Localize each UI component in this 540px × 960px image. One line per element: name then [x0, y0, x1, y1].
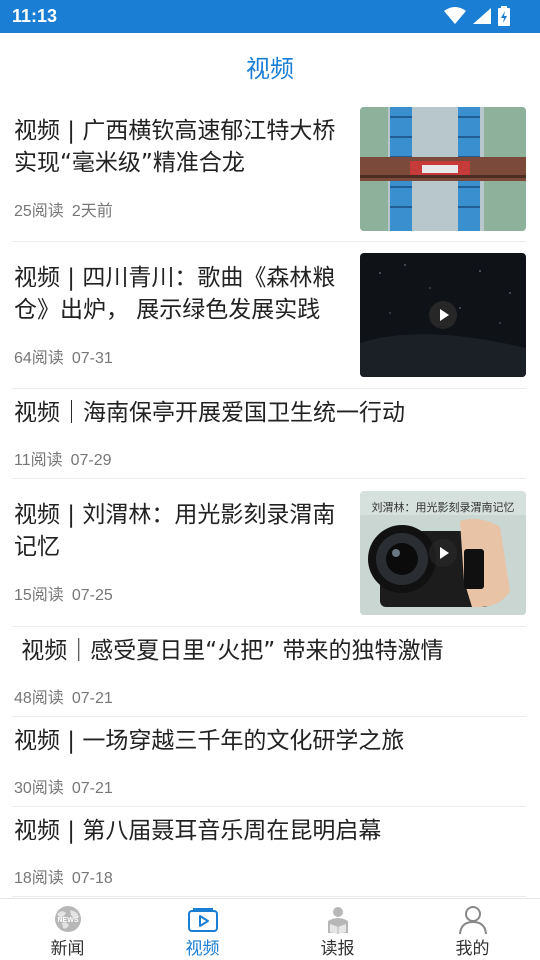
publish-date: 07-25 [71, 587, 113, 604]
read-count: 18阅读 [14, 870, 64, 887]
article-item[interactable]: 视频｜海南保亭开展爱国卫生统一行动 11阅读 07-29 [12, 389, 526, 479]
read-count: 25阅读 [14, 203, 64, 220]
article-thumbnail[interactable] [360, 107, 526, 231]
profile-icon [458, 906, 487, 935]
tab-label: 视频 [185, 939, 220, 959]
tab-reader[interactable]: 读报 [270, 899, 405, 960]
tab-profile[interactable]: 我的 [405, 899, 540, 960]
tab-video[interactable]: 视频 [135, 899, 270, 960]
signal-icon [473, 8, 491, 24]
publish-date: 07-31 [71, 350, 113, 367]
play-icon[interactable] [428, 300, 458, 330]
read-count: 48阅读 [14, 690, 64, 707]
article-item[interactable]: 视频 | 一场穿越三千年的文化研学之旅 30阅读 07-21 [12, 717, 526, 807]
publish-date: 2天前 [71, 203, 113, 220]
publish-date: 07-18 [71, 870, 113, 887]
article-meta: 25阅读 2天前 [14, 197, 113, 221]
status-icons [444, 6, 510, 26]
tab-label: 新闻 [50, 939, 85, 959]
article-title: 视频 | 第八届聂耳音乐周在昆明启幕 [14, 818, 382, 844]
article-meta: 11阅读 07-29 [14, 446, 112, 470]
status-time: 11:13 [12, 6, 58, 26]
wifi-icon [444, 7, 466, 24]
read-count: 64阅读 [14, 350, 64, 367]
article-item[interactable]: 视频 | 第八届聂耳音乐周在昆明启幕 18阅读 07-18 [12, 807, 526, 897]
read-count: 30阅读 [14, 780, 64, 797]
article-thumbnail[interactable] [360, 253, 526, 377]
article-item[interactable]: 视频 | 四川青川：歌曲《森林粮仓》出炉， 展示绿色发展实践 64阅读 07-31 [12, 242, 526, 389]
article-meta: 64阅读 07-31 [14, 344, 113, 368]
article-title: 视频｜海南保亭开展爱国卫生统一行动 [14, 400, 405, 426]
news-icon-text: NEWS [57, 917, 78, 924]
page-title: 视频 [246, 55, 294, 83]
article-meta: 15阅读 07-25 [14, 581, 113, 605]
article-item[interactable]: 视频 | 广西横钦高速郁江特大桥实现“毫米级”精准合龙 25阅读 2天前 [12, 93, 526, 242]
read-count: 11阅读 [14, 452, 63, 469]
tab-label: 读报 [320, 939, 355, 959]
article-title: 视频 | 四川青川：歌曲《森林粮仓》出炉， 展示绿色发展实践 [14, 265, 336, 323]
globe-news-icon: NEWS [54, 906, 81, 932]
battery-icon [498, 6, 510, 26]
publish-date: 07-21 [71, 780, 113, 797]
article-meta: 18阅读 07-18 [14, 864, 113, 888]
tab-label: 我的 [455, 939, 490, 959]
article-list[interactable]: 视频 | 广西横钦高速郁江特大桥实现“毫米级”精准合龙 25阅读 2天前 视频 … [0, 93, 540, 897]
article-title: 视频 | 刘渭林：用光影刻录渭南记忆 [14, 502, 336, 560]
publish-date: 07-29 [70, 452, 112, 469]
article-title: 视频 | 广西横钦高速郁江特大桥实现“毫米级”精准合龙 [14, 118, 336, 176]
article-meta: 30阅读 07-21 [14, 774, 113, 798]
bottom-tab-bar: NEWS 新闻 视频 读报 我的 [0, 898, 540, 960]
video-icon [187, 908, 218, 932]
article-meta: 48阅读 07-21 [14, 684, 113, 708]
article-title: 视频｜感受夏日里“火把” 带来的独特激情 [14, 638, 444, 664]
article-item[interactable]: 视频｜感受夏日里“火把” 带来的独特激情 48阅读 07-21 [12, 627, 526, 717]
header: 视频 [0, 33, 540, 93]
reader-icon [327, 907, 348, 934]
tab-news[interactable]: NEWS 新闻 [0, 899, 135, 960]
article-thumbnail[interactable]: 刘渭林：用光影刻录渭南记忆 [360, 491, 526, 615]
bridge-aerial-image [360, 107, 526, 231]
play-icon[interactable] [428, 538, 458, 568]
read-count: 15阅读 [14, 587, 64, 604]
status-bar: 11:13 [0, 0, 540, 33]
publish-date: 07-21 [71, 690, 113, 707]
article-item[interactable]: 视频 | 刘渭林：用光影刻录渭南记忆 15阅读 07-25 刘渭林：用光影刻录渭南… [12, 479, 526, 627]
article-title: 视频 | 一场穿越三千年的文化研学之旅 [14, 728, 405, 754]
